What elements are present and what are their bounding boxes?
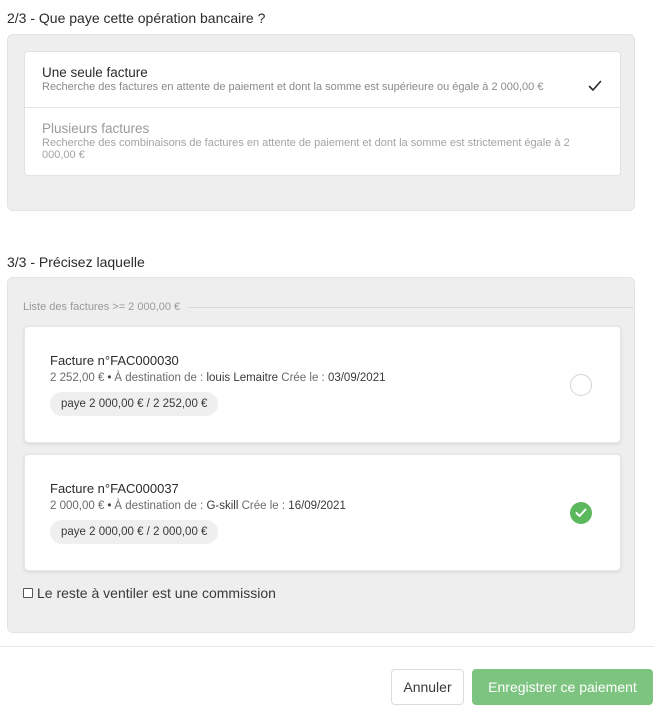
invoice-dest-label: À destination de : <box>114 500 204 512</box>
cancel-button[interactable]: Annuler <box>391 669 464 705</box>
invoice-title: Facture n°FAC000030 <box>50 353 179 368</box>
option-description: Recherche des combinaisons de factures e… <box>42 137 570 161</box>
option-single-invoice[interactable]: Une seule facture Recherche des factures… <box>25 52 620 107</box>
radio-empty-icon[interactable] <box>570 374 592 396</box>
option-description: Recherche des factures en attente de pai… <box>42 81 544 93</box>
option-multiple-invoices[interactable]: Plusieurs factures Recherche des combina… <box>25 107 620 175</box>
invoice-list-label: Liste des factures >= 2 000,00 € <box>23 301 181 313</box>
invoice-amount: 2 000,00 € <box>50 500 105 512</box>
bullet-separator: • <box>107 372 112 384</box>
invoice-date-label: Crée le : <box>241 500 286 512</box>
commission-label: Le reste à ventiler est une commission <box>37 585 276 601</box>
commission-checkbox[interactable] <box>23 588 33 598</box>
invoice-card[interactable]: Facture n°FAC000030 2 252,00 € • À destina… <box>24 326 621 443</box>
step2-title: 2/3 - Que paye cette opération bancaire … <box>7 10 266 26</box>
invoice-date-value: 03/09/2021 <box>327 372 386 384</box>
invoice-payment-badge: paye 2 000,00 € / 2 252,00 € <box>50 392 219 416</box>
invoice-date-label: Crée le : <box>281 372 325 384</box>
commission-row: Le reste à ventiler est une commission <box>23 585 276 601</box>
invoice-title: Facture n°FAC000037 <box>50 481 179 496</box>
invoice-dest-label: À destination de : <box>114 372 204 384</box>
invoice-meta: 2 252,00 € • À destination de : louis Lema… <box>50 372 386 384</box>
option-title: Plusieurs factures <box>42 121 150 136</box>
step3-title: 3/3 - Précisez laquelle <box>7 254 145 270</box>
invoice-date-value: 16/09/2021 <box>288 500 346 512</box>
invoice-select-panel: Liste des factures >= 2 000,00 € Facture… <box>7 277 635 633</box>
option-title: Une seule facture <box>42 65 148 80</box>
save-payment-button[interactable]: Enregistrer ce paiement <box>472 669 653 705</box>
invoice-list-header: Liste des factures >= 2 000,00 € <box>23 300 633 314</box>
bullet-separator: • <box>107 500 112 512</box>
invoice-payment-badge: paye 2 000,00 € / 2 000,00 € <box>50 520 219 544</box>
check-circle-icon[interactable] <box>570 502 592 524</box>
invoice-amount: 2 252,00 € <box>50 372 105 384</box>
payment-type-panel: Une seule facture Recherche des factures… <box>7 34 635 211</box>
divider-line <box>188 306 633 308</box>
footer-divider <box>0 646 654 647</box>
check-icon <box>575 508 587 517</box>
invoice-dest-value: G-skill <box>206 500 239 512</box>
invoice-card[interactable]: Facture n°FAC000037 2 000,00 € • À destina… <box>24 454 621 571</box>
checkmark-icon <box>588 80 602 91</box>
invoice-meta: 2 000,00 € • À destination de : G-skill Cr… <box>50 500 346 512</box>
payment-type-options: Une seule facture Recherche des factures… <box>24 51 621 176</box>
invoice-dest-value: louis Lemaitre <box>206 372 279 384</box>
